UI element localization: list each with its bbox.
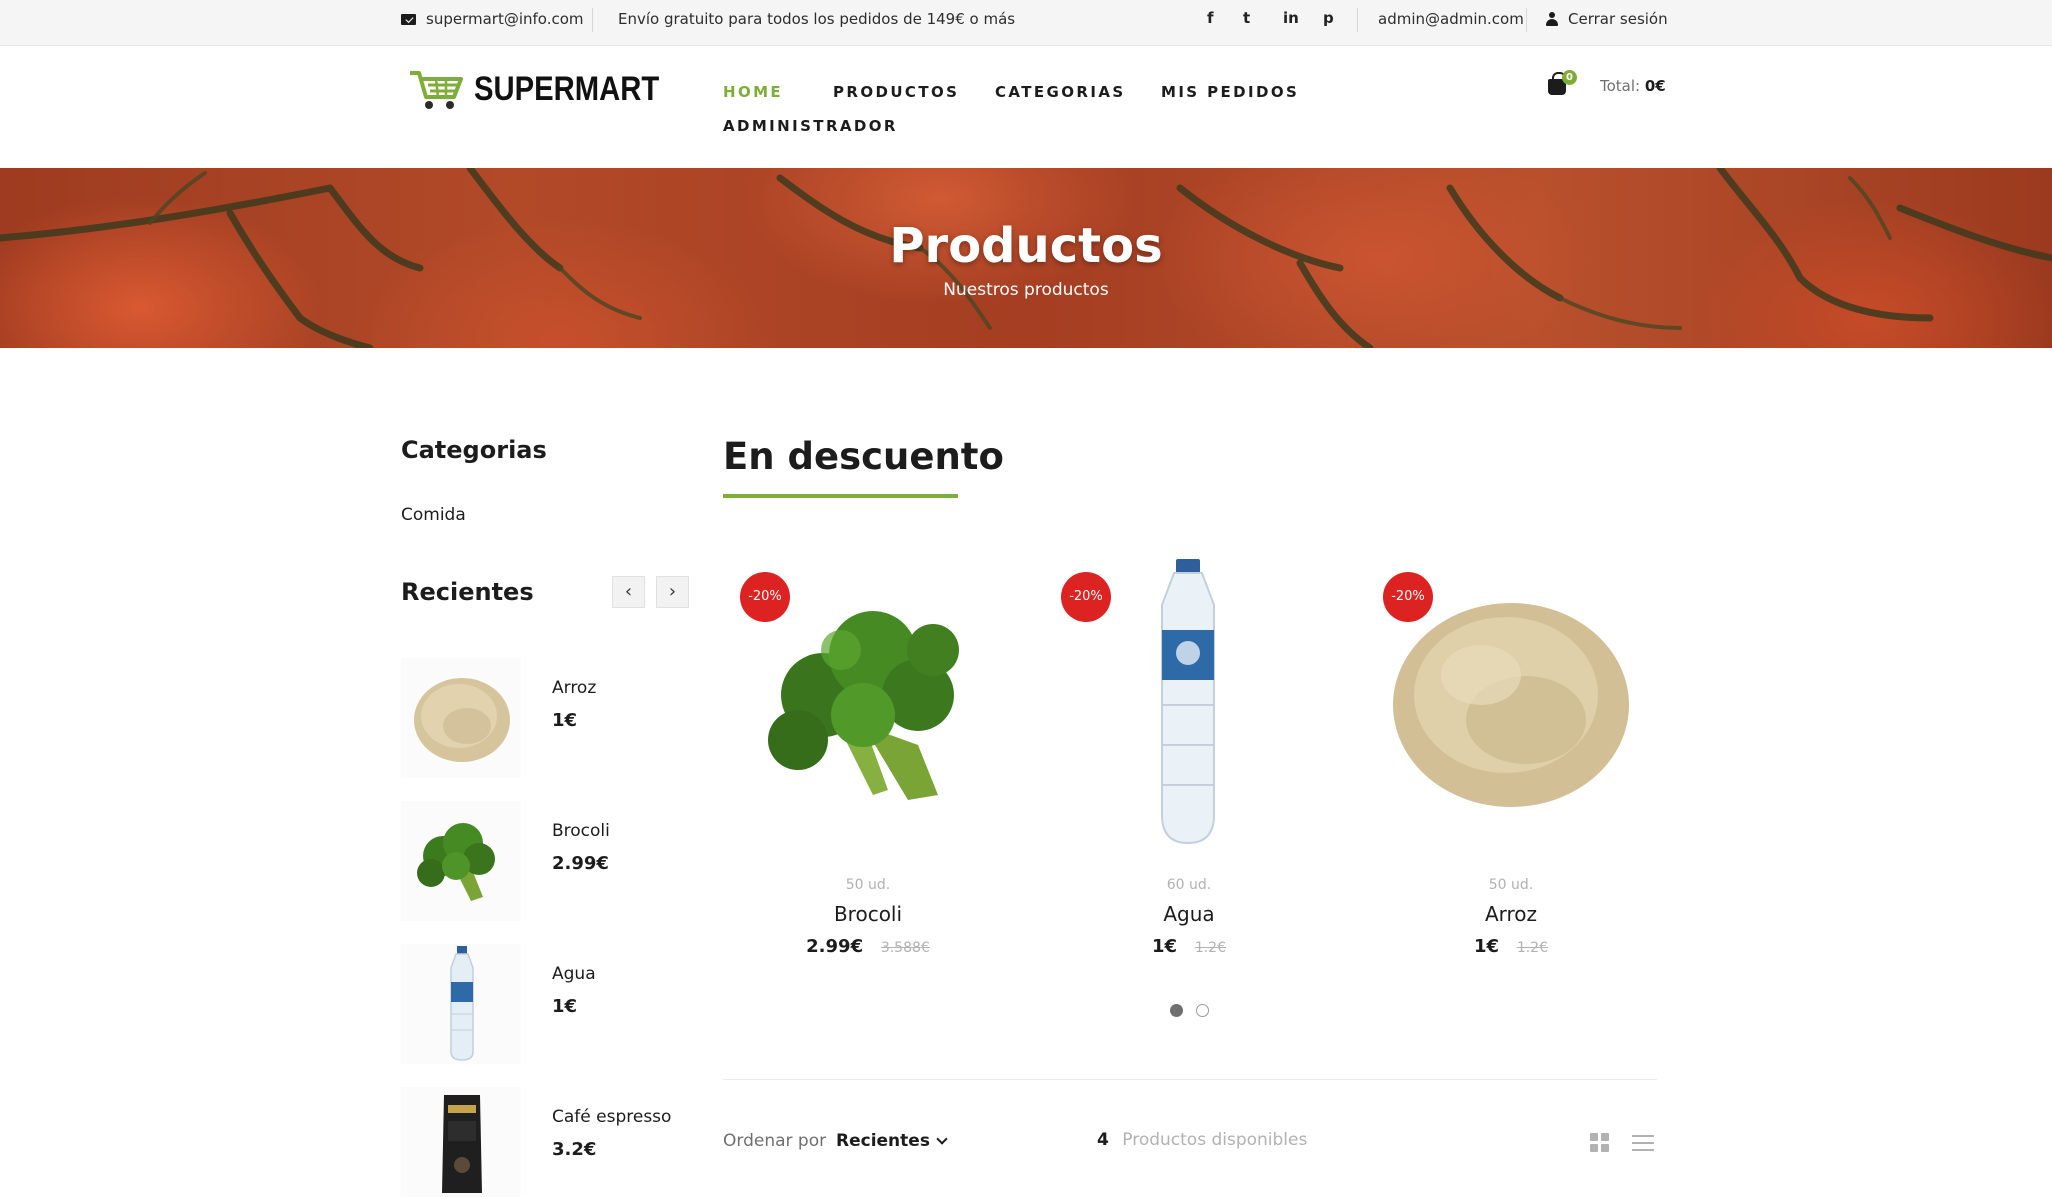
recent-item-price: 3.2€ [552,1139,597,1160]
products-found-count: 4 [1097,1130,1109,1150]
page-banner: Productos Nuestros productos [0,168,2052,348]
cart-total-value: 0€ [1644,77,1666,95]
discount-heading: En descuento [723,435,1004,478]
product-prices: 1€ 1.2€ [1366,936,1656,957]
product-units: 50 ud. [845,877,891,893]
recent-item-price: 1€ [552,996,578,1017]
linkedin-icon[interactable]: in [1283,9,1299,27]
discount-badge: -20% [1061,572,1111,622]
product-prices: 2.99€ 3.588€ [723,936,1013,957]
recent-item-price: 2.99€ [552,853,609,874]
discount-badge: -20% [1383,572,1433,622]
site-logo[interactable]: SUPERMART [408,67,689,111]
recent-item[interactable]: Brocoli 2.99€ [401,801,701,931]
recent-heading: Recientes [401,578,534,606]
product-units: 60 ud. [1166,877,1212,893]
admin-email-text: admin@admin.com [1378,10,1524,28]
section-divider [723,1079,1657,1080]
product-price: 1€ [1152,936,1178,957]
product-price: 1€ [1474,936,1500,957]
product-old-price: 1.2€ [1516,940,1548,956]
recent-next-button[interactable]: › [656,576,689,608]
coffee-bag-image [401,1087,521,1197]
facebook-icon[interactable]: f [1207,9,1214,27]
contact-email-text: supermart@info.com [426,10,584,28]
pinterest-icon[interactable]: p [1323,9,1334,27]
topbar-divider [592,8,593,32]
discount-product-card[interactable]: -20% 50 ud. Arroz 1€ 1.2€ [1366,555,1656,975]
recent-prev-button[interactable]: ‹ [612,576,645,608]
nav-mis-pedidos[interactable]: MIS PEDIDOS [1161,83,1299,101]
shipping-notice-text: Envío gratuito para todos los pedidos de… [618,10,1016,28]
category-link-comida[interactable]: Comida [401,505,466,525]
product-old-price: 3.588€ [880,940,930,956]
carousel-dot[interactable] [1196,1004,1209,1017]
page-title: Productos [889,218,1163,274]
cart-logo-icon [410,71,463,109]
chevron-down-icon [936,1133,948,1145]
water-bottle-image [401,944,521,1064]
sort-label: Ordenar por [723,1131,827,1151]
contact-email[interactable]: supermart@info.com [401,10,584,28]
recent-item-name: Agua [552,964,596,984]
cart-count-badge: 0 [1562,70,1577,85]
logout-link-text: Cerrar sesión [1568,10,1668,28]
discount-product-card[interactable]: -20% 50 ud. Brocoli 2.99€ 3.588€ [723,555,1013,975]
user-icon [1546,12,1558,26]
product-name[interactable]: Brocoli [723,902,1013,926]
rice-image [401,658,521,778]
recent-item[interactable]: Arroz 1€ [401,658,701,788]
sort-select-value: Recientes [836,1131,930,1151]
recent-item[interactable]: Café espresso 3.2€ [401,1087,701,1197]
site-header: SUPERMART HOME PRODUCTOS CATEGORIAS MIS … [0,47,2052,168]
heading-underline [723,494,958,498]
nav-productos[interactable]: PRODUCTOS [833,83,959,101]
product-price: 2.99€ [806,936,864,957]
cart-total-label: Total: [1600,77,1641,95]
topbar-divider [1357,8,1358,32]
discount-badge: -20% [740,572,790,622]
top-bar: supermart@info.com Envío gratuito para t… [0,0,2052,46]
sort-select[interactable]: Recientes [836,1131,948,1151]
nav-home[interactable]: HOME [723,83,783,101]
mail-icon [401,13,416,25]
categories-heading: Categorias [401,436,547,464]
product-prices: 1€ 1.2€ [1044,936,1334,957]
recent-item-price: 1€ [552,710,578,731]
admin-email: admin@admin.com [1378,10,1524,28]
topbar-divider [1526,8,1527,32]
grid-view-icon[interactable] [1590,1133,1610,1153]
page-subtitle: Nuestros productos [943,280,1109,300]
product-units: 50 ud. [1488,877,1534,893]
product-name[interactable]: Arroz [1366,902,1656,926]
recent-item-name: Café espresso [552,1107,672,1127]
product-old-price: 1.2€ [1194,940,1226,956]
list-view-icon[interactable] [1632,1134,1654,1152]
twitter-icon[interactable]: t [1243,9,1250,27]
nav-categorias[interactable]: CATEGORIAS [995,83,1126,101]
products-found-label: Productos disponibles [1122,1130,1308,1150]
nav-administrador[interactable]: ADMINISTRADOR [723,117,898,135]
cart-total: Total: 0€ [1600,77,1666,95]
broccoli-image [401,801,521,921]
product-name[interactable]: Agua [1044,902,1334,926]
recent-item-name: Arroz [552,678,597,698]
logout-link[interactable]: Cerrar sesión [1546,10,1668,28]
recent-item-name: Brocoli [552,821,610,841]
discount-product-card[interactable]: -20% 60 ud. Agua 1€ 1.2€ [1044,555,1334,975]
products-found: 4 Productos disponibles [1097,1130,1307,1150]
logo-text: SUPERMART [474,69,660,108]
carousel-dot-active[interactable] [1170,1004,1183,1017]
shipping-notice: Envío gratuito para todos los pedidos de… [618,10,1015,28]
recent-item[interactable]: Agua 1€ [401,944,701,1074]
cart-button[interactable]: 0 [1548,70,1577,95]
